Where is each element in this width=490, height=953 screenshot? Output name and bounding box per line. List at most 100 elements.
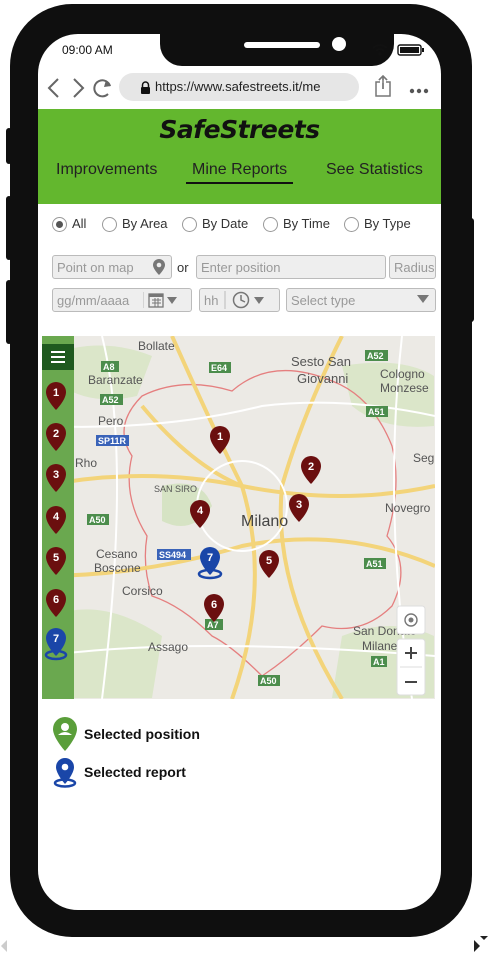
status-icons [369,43,429,57]
address-bar[interactable]: https://www.safestreets.it/me [119,73,359,101]
radius-input[interactable]: Radius [389,255,436,279]
svg-text:3: 3 [296,499,302,511]
map-label: Milano [241,513,288,530]
svg-text:A1: A1 [373,657,385,667]
svg-text:A50: A50 [260,676,277,686]
app-header: SafeStreets Improvements Mine Reports Se… [38,109,441,204]
date-placeholder: gg/mm/aaaa [57,293,130,308]
rail-pin-2[interactable]: 2 [46,423,66,451]
road-shield: E64 [209,362,231,373]
map-pin-icon [153,259,165,275]
svg-text:2: 2 [53,428,59,440]
map-label: Bollate [138,339,175,353]
svg-text:A51: A51 [368,407,385,417]
svg-text:A50: A50 [89,515,106,525]
svg-text:6: 6 [211,599,217,611]
rail-pin-3[interactable]: 3 [46,464,66,492]
point-on-map-placeholder: Point on map [57,260,134,275]
selected-report-icon [53,758,77,788]
map-label: Baranzate [88,373,143,387]
type-placeholder: Select type [291,293,356,308]
filter-by-date-radio[interactable]: By Date [182,216,249,233]
svg-text:E64: E64 [211,363,227,373]
svg-text:SP11R: SP11R [98,436,127,446]
back-icon[interactable] [47,78,59,98]
filter-label: By Type [364,216,411,231]
tab-see-statistics[interactable]: See Statistics [326,161,423,179]
or-label: or [177,260,189,275]
svg-text:A7: A7 [207,620,219,630]
svg-text:6: 6 [53,594,59,606]
more-icon[interactable] [409,88,429,94]
map-view[interactable]: Bollate Sesto San Giovanni Baranzate Col… [42,336,435,699]
map-label: SAN SIRO [154,484,197,494]
map-label: Giovanni [297,371,348,386]
svg-text:4: 4 [53,511,60,523]
road-shield: A52 [365,350,388,361]
map-label: Boscone [94,561,141,575]
hour-placeholder: hh [204,293,219,308]
lock-icon [141,81,150,94]
position-input[interactable]: Enter position [196,255,386,279]
type-select[interactable]: Select type [286,288,436,312]
status-time: 09:00 AM [62,43,113,57]
map-label: Pero [98,414,124,428]
road-shield: A1 [371,656,387,667]
rail-pin-1[interactable]: 1 [46,382,66,410]
locate-button[interactable] [396,605,426,635]
url-text: https://www.safestreets.it/me [155,79,321,94]
svg-text:7: 7 [53,633,59,645]
svg-text:A51: A51 [366,559,383,569]
chevron-down-icon[interactable] [167,297,177,304]
filter-by-type-radio[interactable]: By Type [344,216,411,233]
forward-icon[interactable] [73,78,85,98]
reports-rail: 1 2 3 4 5 6 7 [42,336,74,699]
chevron-down-icon[interactable] [254,297,264,304]
filter-label: By Area [122,216,168,231]
svg-text:A52: A52 [102,395,119,405]
reload-icon[interactable] [93,79,111,98]
selected-position-icon [53,717,77,751]
filter-by-time-radio[interactable]: By Time [263,216,330,233]
road-shield: A50 [258,675,280,686]
filter-all-radio[interactable]: All [52,216,86,233]
svg-text:A52: A52 [367,351,384,361]
tab-improvements[interactable]: Improvements [56,161,157,179]
share-icon[interactable] [375,74,391,97]
wifi-icon [372,44,388,56]
filter-by-area-radio[interactable]: By Area [102,216,168,233]
rail-pin-6[interactable]: 6 [46,589,66,617]
svg-text:1: 1 [217,431,223,443]
rail-pin-7[interactable]: 7 [44,628,68,661]
svg-text:4: 4 [197,505,204,517]
rail-pin-4[interactable]: 4 [46,506,66,534]
map-label: Cologno [380,367,425,381]
road-shield: A52 [100,394,123,405]
svg-text:SS494: SS494 [159,550,186,560]
map-label: Segrate [413,451,435,465]
road-shield: A8 [101,361,119,372]
calendar-icon[interactable] [148,293,164,308]
road-shield: A51 [364,558,386,569]
clock-icon[interactable] [232,291,250,309]
road-shield: A51 [366,406,388,417]
rail-pin-5[interactable]: 5 [46,547,66,575]
svg-text:A8: A8 [103,362,115,372]
app-logo: SafeStreets [159,115,320,144]
resize-handle-icon[interactable] [472,936,488,952]
chevron-down-icon [417,295,429,303]
tab-mine-reports[interactable]: Mine Reports [186,161,294,184]
phone-screen: 09:00 AM https://www.safestreets.it/me S… [38,34,441,910]
date-input[interactable]: gg/mm/aaaa [52,288,192,312]
svg-text:1: 1 [53,387,59,399]
map-label: Cesano [96,547,138,561]
filter-label: By Date [202,216,249,231]
svg-text:7: 7 [207,552,213,564]
hour-input[interactable]: hh [199,288,280,312]
map-label: Monzese [380,381,429,395]
browser-toolbar: https://www.safestreets.it/me [38,70,441,106]
map-label: Assago [148,640,188,654]
svg-text:5: 5 [53,552,59,564]
point-on-map-field[interactable]: Point on map [52,255,172,279]
radius-placeholder: Radius [394,260,435,275]
